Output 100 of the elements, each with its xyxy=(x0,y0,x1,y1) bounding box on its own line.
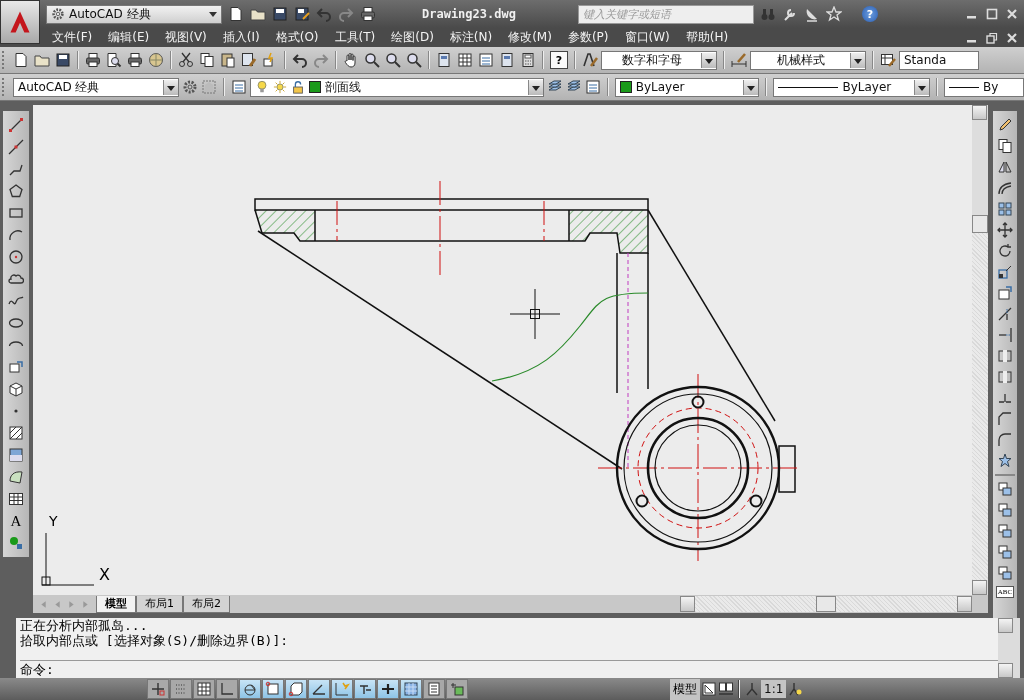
status-toggle[interactable] xyxy=(377,679,399,699)
status-toggle[interactable] xyxy=(147,679,169,699)
page-magnifier-icon[interactable] xyxy=(106,52,122,68)
menu-item[interactable]: 插入(I) xyxy=(214,29,268,46)
magnifier-icon[interactable] xyxy=(364,52,380,68)
rectangle-icon[interactable] xyxy=(8,205,24,221)
restore-icon[interactable] xyxy=(986,31,998,44)
table-style-icon[interactable] xyxy=(880,52,896,68)
lineweight-dropdown[interactable]: By xyxy=(944,77,1024,97)
text-tool[interactable]: A xyxy=(10,513,22,529)
chamfer-icon[interactable] xyxy=(997,411,1013,427)
arc-icon[interactable] xyxy=(8,227,24,243)
padlock-icon[interactable] xyxy=(291,80,306,94)
break-icon[interactable] xyxy=(997,369,1013,385)
copy-icon[interactable] xyxy=(997,138,1013,154)
layout-tab[interactable]: 模型 xyxy=(96,595,136,613)
ellipse-icon[interactable] xyxy=(8,315,24,331)
linetype-dropdown[interactable]: ByLayer xyxy=(773,77,930,97)
folder-icon[interactable] xyxy=(250,6,266,22)
status-toggle[interactable] xyxy=(193,679,215,699)
wrench-icon[interactable] xyxy=(782,6,798,22)
layout-icon[interactable] xyxy=(701,681,717,697)
move-icon[interactable] xyxy=(997,222,1013,238)
text-style-icon[interactable] xyxy=(582,52,598,68)
close-icon[interactable] xyxy=(1006,31,1018,44)
hatch-icon[interactable] xyxy=(8,425,24,441)
status-toggle[interactable] xyxy=(308,679,330,699)
close-icon[interactable] xyxy=(1006,8,1018,20)
cube-icon[interactable] xyxy=(8,381,24,397)
layout-tab[interactable]: 布局1 xyxy=(136,595,183,613)
printer-icon[interactable] xyxy=(127,52,143,68)
grid-icon[interactable] xyxy=(457,52,473,68)
menu-item[interactable]: 帮助(H) xyxy=(677,29,737,46)
window-icon[interactable] xyxy=(436,52,452,68)
menu-item[interactable]: 绘图(D) xyxy=(383,29,442,46)
extend-icon[interactable] xyxy=(997,327,1013,343)
satellite-dish-icon[interactable] xyxy=(804,6,820,22)
globe-icon[interactable] xyxy=(148,52,164,68)
status-toggle[interactable] xyxy=(446,679,468,699)
color-dropdown[interactable]: ByLayer xyxy=(614,77,760,97)
printer-icon[interactable] xyxy=(360,6,376,22)
menu-item[interactable]: 参数(P) xyxy=(559,29,617,46)
folder-icon[interactable] xyxy=(34,52,50,68)
rotate-icon[interactable] xyxy=(997,243,1013,259)
star-icon[interactable] xyxy=(826,6,842,22)
layer-state-icon[interactable] xyxy=(231,79,248,95)
menu-item[interactable]: 编辑(E) xyxy=(100,29,158,46)
layout-tab[interactable]: 布局2 xyxy=(183,595,230,613)
array-icon[interactable] xyxy=(997,201,1013,217)
vertical-scrollbar[interactable] xyxy=(972,105,988,595)
horizontal-scrollbar[interactable] xyxy=(680,596,972,612)
offset-icon[interactable] xyxy=(997,180,1013,196)
search-field[interactable]: 键入关键字或短语 xyxy=(578,4,754,24)
status-toggle[interactable] xyxy=(331,679,353,699)
add-selected-icon[interactable] xyxy=(8,535,24,551)
circle-icon[interactable] xyxy=(8,249,24,265)
block-icon[interactable] xyxy=(8,359,24,375)
app-menu-button[interactable] xyxy=(0,0,40,44)
model-space-button[interactable]: 模型 xyxy=(670,678,700,700)
stack-icon[interactable] xyxy=(997,481,1013,497)
magnifier-icon[interactable] xyxy=(385,52,401,68)
layer-dropdown[interactable]: 剖面线 xyxy=(250,77,544,97)
status-toggle[interactable] xyxy=(239,679,261,699)
help-button[interactable]: ? xyxy=(550,51,568,69)
file-icon[interactable] xyxy=(228,6,244,22)
sun-icon[interactable] xyxy=(273,80,288,94)
paintbrush-icon[interactable] xyxy=(241,52,257,68)
annotation-visibility-icon[interactable] xyxy=(787,681,804,697)
pencil-icon[interactable] xyxy=(997,117,1013,133)
stack-icon[interactable] xyxy=(997,544,1013,560)
menu-item[interactable]: 视图(V) xyxy=(157,29,215,46)
table-style-dropdown[interactable]: Standa xyxy=(899,50,979,70)
file-icon[interactable] xyxy=(13,52,29,68)
region-icon[interactable] xyxy=(8,469,24,485)
maximize-icon[interactable] xyxy=(986,8,998,20)
window-icon[interactable] xyxy=(499,52,515,68)
lightbulb-icon[interactable] xyxy=(255,80,270,94)
workspace-dropdown[interactable]: AutoCAD 经典 xyxy=(12,77,180,97)
trim-icon[interactable] xyxy=(997,306,1013,322)
undo-icon[interactable] xyxy=(292,52,308,68)
layer-state-icon[interactable] xyxy=(478,52,494,68)
copy-icon[interactable] xyxy=(199,52,215,68)
menu-item[interactable]: 修改(M) xyxy=(500,29,560,46)
cloud-icon[interactable] xyxy=(8,271,24,287)
polygon-icon[interactable] xyxy=(8,183,24,199)
printer-icon[interactable] xyxy=(85,52,101,68)
stack-icon[interactable] xyxy=(997,523,1013,539)
status-toggle[interactable] xyxy=(423,679,445,699)
clipboard-icon[interactable] xyxy=(220,52,236,68)
line-icon[interactable] xyxy=(8,139,24,155)
magnifier-icon[interactable] xyxy=(406,52,422,68)
gradient-icon[interactable] xyxy=(8,447,24,463)
scale-icon[interactable] xyxy=(997,264,1013,280)
annotation-scale-button[interactable]: 1:1 xyxy=(761,680,787,698)
status-toggle[interactable] xyxy=(285,679,307,699)
break-icon[interactable] xyxy=(997,348,1013,364)
dimension-style-dropdown[interactable]: 机械样式 xyxy=(750,50,866,70)
hand-icon[interactable] xyxy=(343,52,359,68)
layer-state-icon[interactable] xyxy=(584,79,601,95)
status-toggle[interactable] xyxy=(400,679,422,699)
